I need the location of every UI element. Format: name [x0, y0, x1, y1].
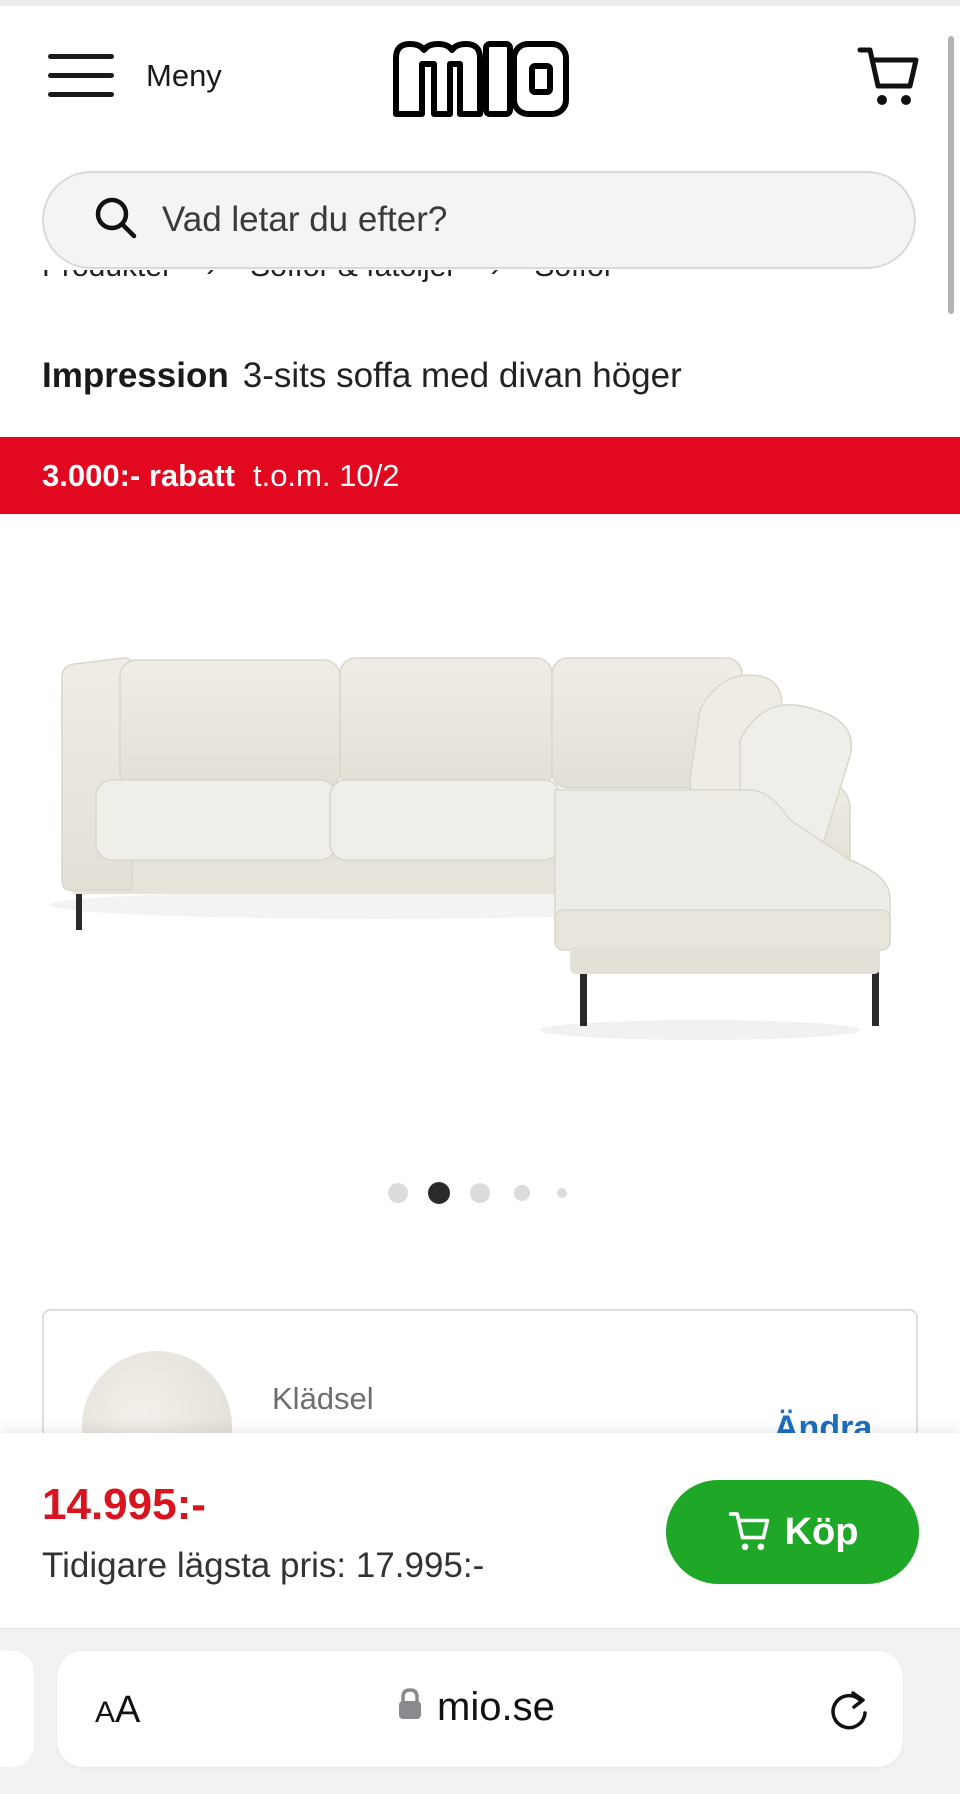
- carousel-dots: [0, 1182, 960, 1206]
- previous-tab-peek[interactable]: [0, 1651, 34, 1767]
- promo-date: t.o.m. 10/2: [252, 457, 400, 493]
- menu-label: Meny: [146, 58, 222, 93]
- option-label: Klädsel: [272, 1381, 374, 1416]
- product-description: 3-sits soffa med divan höger: [242, 356, 682, 395]
- breadcrumb: Produkter › Soffor & fåtöljer › Soffor: [0, 270, 960, 298]
- buy-button-label: Köp: [784, 1510, 859, 1553]
- carousel-dot[interactable]: [514, 1185, 530, 1201]
- buy-bar: 14.995:- Tidigare lägsta pris: 17.995:- …: [0, 1433, 960, 1628]
- cart-button[interactable]: [856, 44, 920, 113]
- promo-amount: 3.000:- rabatt: [42, 457, 235, 493]
- breadcrumb-item[interactable]: Soffor & fåtöljer: [250, 270, 456, 284]
- carousel-dot[interactable]: [557, 1188, 567, 1198]
- product-image[interactable]: [50, 640, 910, 1045]
- reload-icon[interactable]: [827, 1687, 871, 1736]
- breadcrumb-item[interactable]: Soffor: [534, 270, 614, 284]
- product-brand[interactable]: Impression: [42, 356, 229, 395]
- text-size-button[interactable]: AA: [95, 1689, 140, 1732]
- buy-button[interactable]: Köp: [666, 1480, 919, 1584]
- promo-banner: 3.000:- rabatt t.o.m. 10/2: [0, 437, 960, 514]
- cart-icon: [727, 1510, 771, 1555]
- search-icon: [44, 196, 138, 245]
- carousel-dot-active[interactable]: [428, 1182, 450, 1204]
- chevron-right-icon: ›: [490, 270, 500, 284]
- lock-icon: [397, 1685, 437, 1730]
- chevron-right-icon: ›: [206, 270, 216, 284]
- carousel-dot[interactable]: [388, 1183, 408, 1203]
- status-divider: [0, 0, 960, 6]
- browser-toolbar: AA mio.se: [0, 1628, 960, 1794]
- url-text: mio.se: [437, 1685, 555, 1729]
- hamburger-icon: [48, 52, 116, 100]
- mio-logo[interactable]: [388, 36, 572, 125]
- cart-icon: [856, 47, 920, 112]
- search-bar[interactable]: [42, 171, 916, 269]
- breadcrumb-item[interactable]: Produkter: [42, 270, 172, 284]
- product-title: Impression 3-sits soffa med divan höger: [42, 356, 682, 396]
- menu-button[interactable]: Meny: [48, 52, 222, 100]
- address-bar[interactable]: AA mio.se: [57, 1651, 903, 1767]
- search-input[interactable]: [160, 199, 804, 241]
- current-price: 14.995:-: [42, 1480, 206, 1529]
- carousel-dot[interactable]: [470, 1183, 490, 1203]
- url-display[interactable]: mio.se: [397, 1685, 555, 1730]
- previous-lowest-price: Tidigare lägsta pris: 17.995:-: [42, 1546, 485, 1585]
